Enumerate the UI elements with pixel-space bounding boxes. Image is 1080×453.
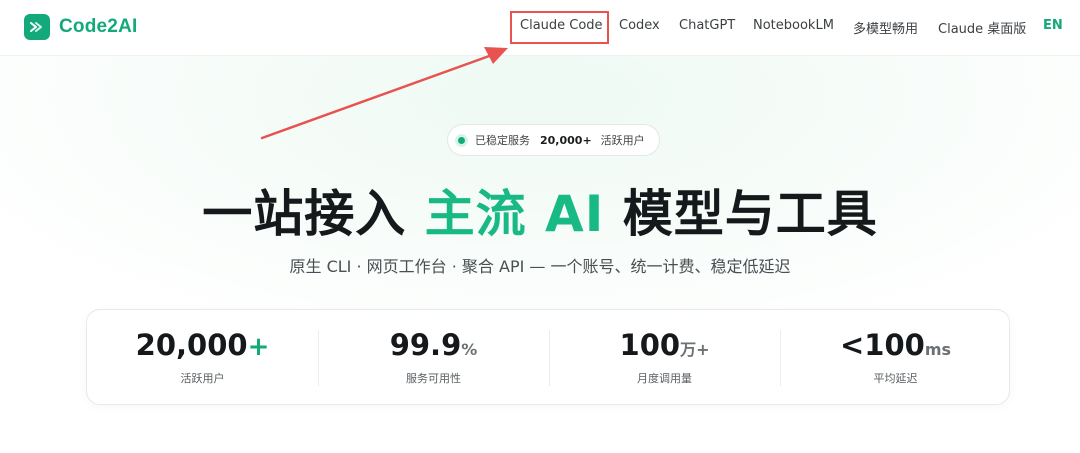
stat-latency: <100ms 平均延迟 <box>780 310 1011 406</box>
title-accent: 主流 AI <box>424 185 605 243</box>
stat-label: 平均延迟 <box>873 372 918 385</box>
nav-codex[interactable]: Codex <box>619 18 660 33</box>
nav-notebooklm[interactable]: NotebookLM <box>753 18 834 33</box>
title-part-2: 模型与工具 <box>622 185 878 243</box>
nav-language-en[interactable]: EN <box>1043 18 1063 33</box>
hero-subtitle: 原生 CLI · 网页工作台 · 聚合 API — 一个账号、统一计费、稳定低延… <box>289 257 791 276</box>
stats-card: 20,000+ 活跃用户 99.9% 服务可用性 100万+ 月度调用量 <10… <box>86 309 1010 405</box>
stat-suffix: ms <box>924 340 952 359</box>
stat-availability: 99.9% 服务可用性 <box>318 310 549 406</box>
stat-number: <100 <box>839 328 925 362</box>
status-dot-icon <box>458 136 465 144</box>
logo-icon <box>24 14 50 40</box>
stat-value: 20,000+ <box>87 328 318 362</box>
title-part-1: 一站接入 <box>202 185 407 243</box>
stat-value: <100ms <box>780 328 1011 362</box>
stat-active-users: 20,000+ 活跃用户 <box>87 310 318 406</box>
stat-number: 20,000 <box>135 328 248 362</box>
badge-suffix: 活跃用户 <box>600 134 645 147</box>
stat-label: 活跃用户 <box>180 372 225 385</box>
nav-chatgpt[interactable]: ChatGPT <box>679 18 735 33</box>
stat-suffix: 万+ <box>680 340 710 359</box>
nav-claude-desktop[interactable]: Claude 桌面版 <box>938 18 1026 37</box>
users-badge: 已稳定服务 20,000+ 活跃用户 <box>447 124 660 156</box>
stat-number: 100 <box>619 328 681 362</box>
badge-count: 20,000+ <box>540 133 592 147</box>
stat-value: 99.9% <box>318 328 549 362</box>
badge-prefix: 已稳定服务 <box>475 134 530 147</box>
logo[interactable]: Code2AI <box>24 14 137 40</box>
annotation-highlight-box <box>510 11 609 44</box>
stat-suffix: + <box>247 332 270 362</box>
stat-value: 100万+ <box>549 328 780 362</box>
stat-label: 服务可用性 <box>406 372 461 385</box>
stat-monthly-calls: 100万+ 月度调用量 <box>549 310 780 406</box>
stat-label: 月度调用量 <box>637 372 692 385</box>
hero-title: 一站接入 主流 AI 模型与工具 <box>0 174 1080 246</box>
nav-multi-model[interactable]: 多模型畅用 <box>853 18 918 37</box>
stat-suffix: % <box>461 340 478 359</box>
logo-text: Code2AI <box>59 16 138 37</box>
stat-number: 99.9 <box>389 328 462 362</box>
